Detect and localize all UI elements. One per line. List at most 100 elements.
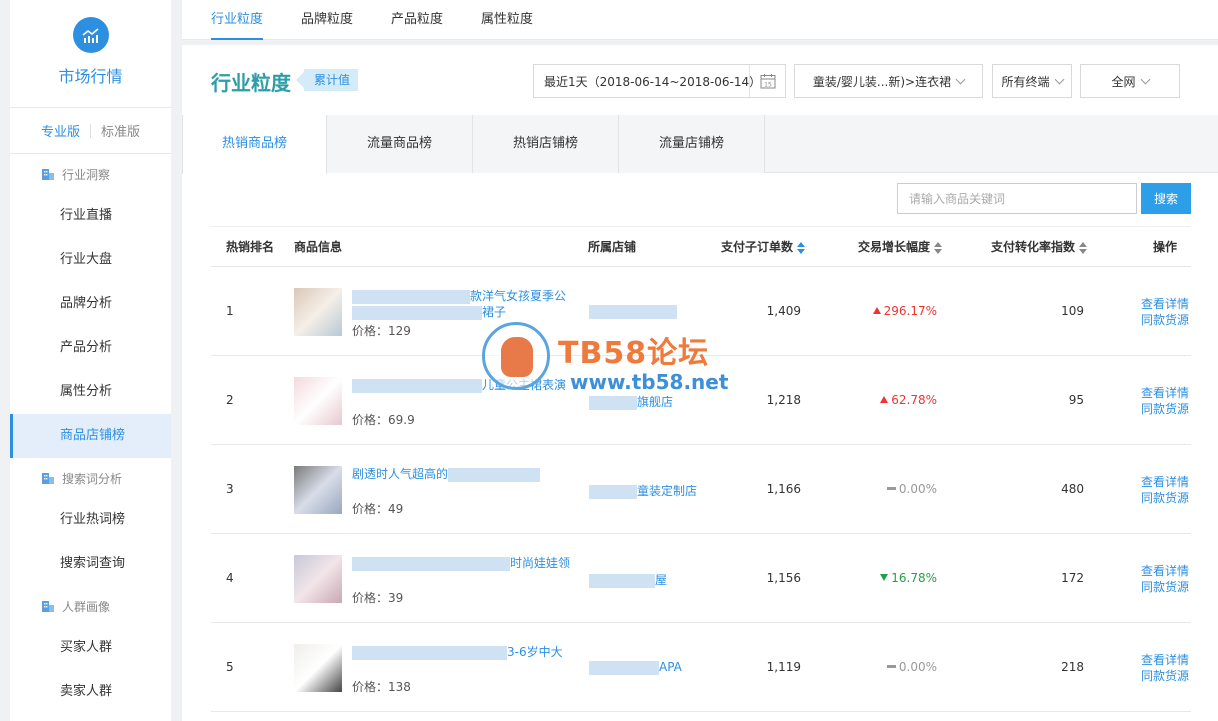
product-price: 价格：69.9 — [352, 411, 415, 428]
nav-item-keyword-query[interactable]: 搜索词查询 — [10, 542, 171, 586]
same-source-link[interactable]: 同款货源 — [1141, 579, 1189, 595]
nav-item-sellers[interactable]: 卖家人群 — [10, 670, 171, 714]
product-thumbnail[interactable] — [294, 466, 342, 514]
date-filter[interactable]: 最近1天（2018-06-14~2018-06-14） 15 — [533, 64, 786, 98]
tab-traffic-items[interactable]: 流量商品榜 — [327, 115, 473, 173]
nav-item-buyers[interactable]: 买家人群 — [10, 626, 171, 670]
growth-cell: 296.17% — [851, 304, 937, 318]
orders-cell: 1,166 — [766, 482, 801, 496]
product-name-link[interactable]: 剧透时人气超高的 — [352, 466, 592, 498]
growth-value: 296.17% — [883, 304, 937, 318]
shop-link[interactable] — [589, 304, 677, 319]
product-name-text: 款洋气女孩夏季公 — [470, 289, 567, 303]
terminal-filter[interactable]: 所有终端 — [992, 64, 1072, 98]
nav-item-industry-overview[interactable]: 行业大盘 — [10, 238, 171, 282]
product-name-link[interactable]: 3-6岁中大 — [352, 644, 592, 676]
main-panel: 行业粒度 累计值 最近1天（2018-06-14~2018-06-14） 1 5 … — [182, 45, 1218, 721]
view-details-link[interactable]: 查看详情 — [1141, 563, 1189, 579]
col-conversion-label: 支付转化率指数 — [991, 240, 1076, 254]
tab-industry[interactable]: 行业粒度 — [211, 0, 264, 40]
price-value: 39 — [388, 591, 404, 605]
shop-link[interactable]: 旗舰店 — [589, 393, 673, 410]
product-search-input[interactable] — [897, 183, 1137, 214]
edition-standard[interactable]: 标准版 — [101, 121, 140, 140]
price-label: 价格： — [352, 413, 389, 427]
page-title: 行业粒度 — [211, 71, 291, 95]
view-details-link[interactable]: 查看详情 — [1141, 296, 1189, 312]
blurred-text — [589, 395, 637, 410]
nav-item-attribute-analysis[interactable]: 属性分析 — [10, 370, 171, 414]
product-thumbnail[interactable] — [294, 288, 342, 336]
table-row: 2 儿童公主裙表演 价格：69.9 旗舰店 1,218 62.78% 95 查看… — [211, 356, 1191, 445]
terminal-filter-value: 所有终端 — [1001, 74, 1050, 89]
product-price: 价格：129 — [352, 322, 411, 339]
nav-group-label: 人群画像 — [62, 599, 111, 614]
arrow-up-icon — [880, 396, 889, 403]
shop-link[interactable]: APA — [589, 660, 682, 675]
col-conversion[interactable]: 支付转化率指数 — [991, 227, 1088, 268]
sidebar-logo[interactable]: 市场行情 — [10, 0, 171, 108]
conversion-cell: 480 — [1061, 482, 1084, 496]
col-growth[interactable]: 交易增长幅度 — [858, 227, 943, 268]
price-label: 价格： — [352, 591, 389, 605]
edition-pro[interactable]: 专业版 — [41, 121, 80, 140]
nav-item-item-shop-rank[interactable]: 商品店铺榜 — [10, 414, 171, 458]
tab-product[interactable]: 产品粒度 — [391, 0, 443, 40]
sort-icon[interactable] — [1079, 241, 1088, 254]
same-source-link[interactable]: 同款货源 — [1141, 668, 1189, 684]
category-filter[interactable]: 童装/婴儿装...新)>连衣裙 — [794, 64, 983, 98]
growth-value: 16.78% — [891, 571, 937, 585]
col-shop: 所属店铺 — [588, 240, 637, 254]
product-thumbnail[interactable] — [294, 377, 342, 425]
sort-icon[interactable] — [797, 241, 806, 254]
building-icon — [42, 472, 54, 484]
col-orders-label: 支付子订单数 — [721, 240, 794, 254]
market-chart-icon — [72, 17, 109, 53]
search-button[interactable]: 搜索 — [1141, 183, 1191, 214]
same-source-link[interactable]: 同款货源 — [1141, 490, 1189, 506]
product-name-link[interactable]: 时尚娃娃领 — [352, 555, 592, 587]
rank-cell: 4 — [226, 571, 234, 585]
chevron-down-icon — [1054, 74, 1064, 84]
chevron-down-icon — [955, 74, 966, 84]
product-thumbnail[interactable] — [294, 555, 342, 603]
shop-name-text: 童装定制店 — [637, 484, 698, 498]
tab-hot-items[interactable]: 热销商品榜 — [182, 115, 327, 174]
shop-link[interactable]: 屋 — [589, 571, 667, 588]
conversion-cell: 109 — [1061, 304, 1084, 318]
product-thumbnail[interactable] — [294, 644, 342, 692]
nav-item-hot-keywords[interactable]: 行业热词榜 — [10, 498, 171, 542]
conversion-cell: 218 — [1061, 660, 1084, 674]
same-source-link[interactable]: 同款货源 — [1141, 401, 1189, 417]
nav-group-audience: 人群画像 — [10, 586, 171, 626]
price-value: 129 — [388, 324, 411, 338]
product-name-link[interactable]: 儿童公主裙表演 — [352, 377, 592, 409]
nav-group-search: 搜索词分析 — [10, 458, 171, 498]
col-actions: 操作 — [1153, 240, 1178, 254]
calendar-icon[interactable]: 15 — [749, 65, 785, 97]
rank-cell: 5 — [226, 660, 234, 674]
nav-item-brand-analysis[interactable]: 品牌分析 — [10, 282, 171, 326]
table-row: 3 剧透时人气超高的 价格：49 童装定制店 1,166 0.00% 480 查… — [211, 445, 1191, 534]
blurred-text — [352, 645, 507, 660]
calendar-day: 15 — [764, 81, 772, 88]
view-details-link[interactable]: 查看详情 — [1141, 385, 1189, 401]
orders-cell: 1,409 — [766, 304, 801, 318]
product-name-link[interactable]: 款洋气女孩夏季公 裙子 — [352, 288, 592, 320]
sort-icon[interactable] — [934, 241, 943, 254]
view-details-link[interactable]: 查看详情 — [1141, 652, 1189, 668]
view-details-link[interactable]: 查看详情 — [1141, 474, 1189, 490]
blurred-text — [589, 573, 655, 588]
nav-item-product-analysis[interactable]: 产品分析 — [10, 326, 171, 370]
col-orders[interactable]: 支付子订单数 — [721, 227, 806, 268]
product-price: 价格：138 — [352, 678, 411, 695]
tab-attribute[interactable]: 属性粒度 — [481, 0, 533, 40]
same-source-link[interactable]: 同款货源 — [1141, 312, 1189, 328]
nav-group-label: 行业洞察 — [62, 167, 111, 182]
shop-link[interactable]: 童装定制店 — [589, 482, 697, 499]
tab-brand[interactable]: 品牌粒度 — [301, 0, 353, 40]
tab-hot-shops[interactable]: 热销店铺榜 — [473, 115, 619, 173]
nav-item-industry-live[interactable]: 行业直播 — [10, 194, 171, 238]
tab-traffic-shops[interactable]: 流量店铺榜 — [619, 115, 765, 173]
channel-filter[interactable]: 全网 — [1080, 64, 1180, 98]
